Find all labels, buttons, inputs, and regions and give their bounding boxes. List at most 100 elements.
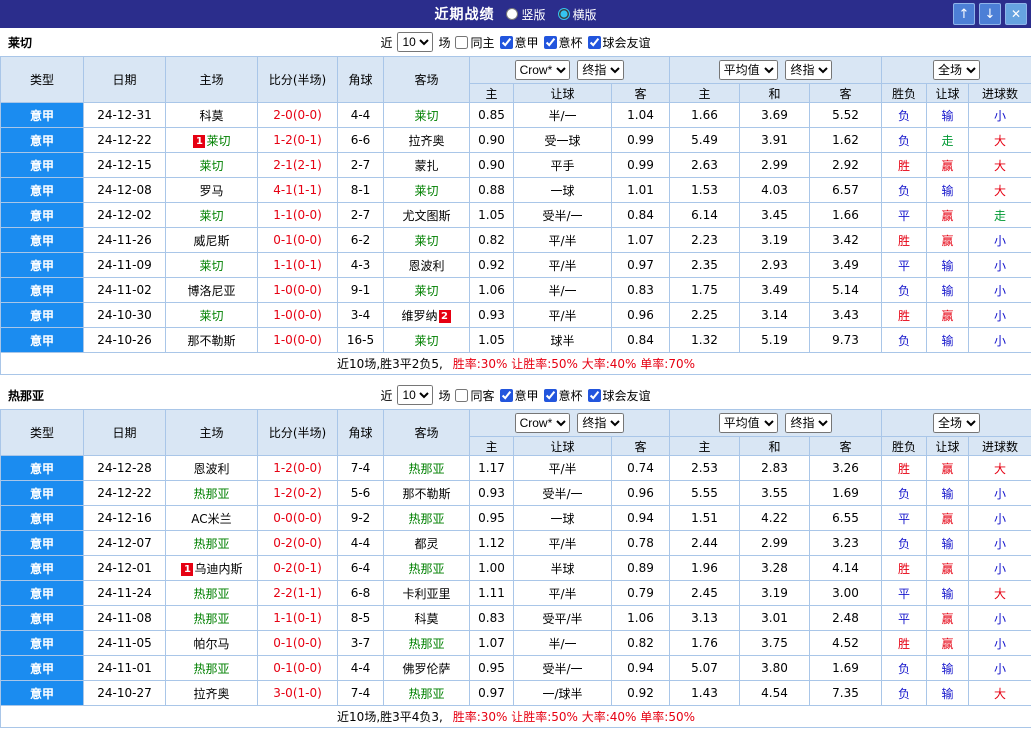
same-home-checkbox[interactable]	[455, 35, 469, 49]
handicap-result-cell: 输	[926, 480, 970, 506]
team-name-text: 科莫	[414, 611, 439, 626]
col-header-odds-home: 主	[469, 83, 514, 103]
avg-away-odds-cell: 5.52	[809, 102, 883, 128]
avg-draw-odds-cell: 3.45	[739, 202, 811, 228]
goals-result-cell: 小	[968, 655, 1031, 681]
handicap-result-cell: 赢	[926, 605, 970, 631]
layout-vertical-option[interactable]: 竖版	[506, 6, 546, 23]
filter-same-home[interactable]: 同主	[455, 34, 495, 51]
filter-serie-a[interactable]: 意甲	[499, 387, 539, 404]
result-cell: 平	[881, 202, 928, 228]
away-odds-cell: 0.79	[610, 580, 671, 606]
handicap-cell: 半/一	[513, 277, 612, 303]
home-team-cell: 热那亚	[165, 580, 258, 606]
bookmaker-select[interactable]: Crow*	[514, 60, 570, 80]
horizontal-layout-label: 横版	[572, 7, 597, 22]
away-odds-cell: 0.96	[610, 302, 671, 328]
average-group-header: 平均值 终指	[669, 56, 883, 84]
avg-away-odds-cell: 4.52	[809, 630, 883, 656]
filter-club-friendly[interactable]: 球会友谊	[587, 34, 651, 51]
away-team-cell: 莱切	[383, 277, 470, 303]
fulltime-select[interactable]: 全场	[933, 413, 981, 433]
horizontal-layout-radio[interactable]	[557, 8, 570, 20]
fulltime-select[interactable]: 全场	[933, 60, 981, 80]
date-cell: 24-11-09	[83, 252, 166, 278]
filter-club-friendly[interactable]: 球会友谊	[587, 387, 651, 404]
handicap-cell: 受半/一	[513, 480, 612, 506]
final-average-select[interactable]: 终指	[785, 60, 833, 80]
filter-same-away[interactable]: 同客	[455, 387, 495, 404]
filter-group: 近 10 场 同客 意甲 意杯 球会友谊	[380, 385, 651, 405]
corner-cell: 9-2	[337, 505, 384, 531]
team-name-text: 莱切	[414, 333, 439, 348]
home-team-cell: 罗马	[165, 177, 258, 203]
league-cell: 意甲	[0, 252, 84, 278]
recent-count-select[interactable]: 10	[397, 32, 434, 52]
team-name-text: 热那亚	[193, 661, 230, 676]
club-friendly-checkbox[interactable]	[587, 35, 601, 49]
home-team-cell: 热那亚	[165, 605, 258, 631]
filter-label: 同客	[470, 388, 495, 403]
goals-result-cell: 小	[968, 530, 1031, 556]
filter-italy-cup[interactable]: 意杯	[543, 387, 583, 404]
final-odds-select[interactable]: 终指	[577, 413, 625, 433]
home-odds-cell: 1.06	[469, 277, 514, 303]
club-friendly-checkbox[interactable]	[587, 388, 601, 402]
final-average-select[interactable]: 终指	[785, 413, 833, 433]
home-team-cell: 1 莱切	[165, 127, 258, 153]
vertical-layout-radio[interactable]	[506, 8, 519, 20]
goals-result-cell: 大	[968, 152, 1031, 178]
away-team-cell: 科莫	[383, 605, 470, 631]
home-odds-cell: 0.85	[469, 102, 514, 128]
filter-serie-a[interactable]: 意甲	[499, 34, 539, 51]
handicap-cell: 受一球	[513, 127, 612, 153]
team-name-text: 尤文图斯	[402, 208, 451, 223]
bookmaker-select[interactable]: Crow*	[514, 413, 570, 433]
handicap-cell: 半球	[513, 555, 612, 581]
goals-result-cell: 大	[968, 127, 1031, 153]
corner-cell: 3-4	[337, 302, 384, 328]
away-odds-cell: 1.04	[610, 102, 671, 128]
final-odds-select[interactable]: 终指	[577, 60, 625, 80]
handicap-result-cell: 输	[926, 680, 970, 706]
average-select[interactable]: 平均值	[718, 60, 778, 80]
serie-a-checkbox[interactable]	[499, 35, 513, 49]
score-cell: 0-2(0-0)	[257, 530, 338, 556]
average-select[interactable]: 平均值	[718, 413, 778, 433]
home-team-cell: 帕尔马	[165, 630, 258, 656]
scroll-down-button[interactable]: ↓	[979, 3, 1001, 25]
avg-home-odds-cell: 6.14	[669, 202, 741, 228]
filter-label: 意杯	[558, 388, 583, 403]
handicap-result-cell: 输	[926, 327, 970, 353]
serie-a-checkbox[interactable]	[499, 388, 513, 402]
filter-italy-cup[interactable]: 意杯	[543, 34, 583, 51]
home-odds-cell: 0.90	[469, 152, 514, 178]
goals-result-cell: 大	[968, 177, 1031, 203]
handicap-cell: 平/半	[513, 580, 612, 606]
league-cell: 意甲	[0, 302, 84, 328]
corner-cell: 4-3	[337, 252, 384, 278]
team-name-text: 热那亚	[408, 511, 445, 526]
handicap-cell: 半/一	[513, 630, 612, 656]
handicap-cell: 平/半	[513, 227, 612, 253]
result-cell: 胜	[881, 630, 928, 656]
layout-horizontal-option[interactable]: 横版	[557, 6, 597, 23]
italy-cup-checkbox[interactable]	[543, 35, 557, 49]
avg-draw-odds-cell: 3.75	[739, 630, 811, 656]
league-cell: 意甲	[0, 680, 84, 706]
italy-cup-checkbox[interactable]	[543, 388, 557, 402]
team-name-text: 博洛尼亚	[187, 283, 236, 298]
avg-home-odds-cell: 5.49	[669, 127, 741, 153]
team-name-text: 都灵	[414, 536, 439, 551]
same-away-checkbox[interactable]	[455, 388, 469, 402]
date-cell: 24-11-26	[83, 227, 166, 253]
home-team-cell: 莱切	[165, 252, 258, 278]
date-cell: 24-11-05	[83, 630, 166, 656]
scroll-up-button[interactable]: ↑	[953, 3, 975, 25]
col-header-handicap-result: 让球	[926, 436, 970, 456]
close-button[interactable]: ✕	[1005, 3, 1027, 25]
recent-count-select[interactable]: 10	[397, 385, 434, 405]
date-cell: 24-12-08	[83, 177, 166, 203]
summary-record: 近10场,胜3平2负5,	[337, 357, 443, 371]
avg-draw-odds-cell: 3.19	[739, 227, 811, 253]
